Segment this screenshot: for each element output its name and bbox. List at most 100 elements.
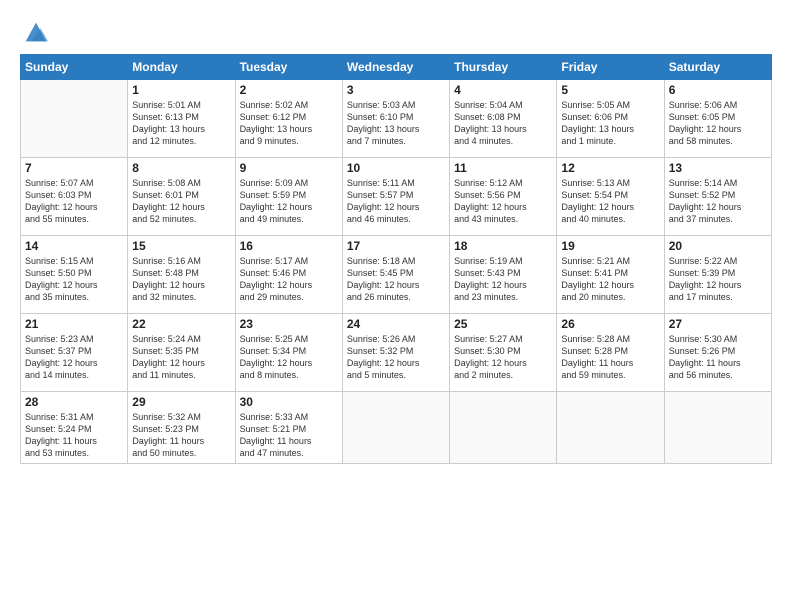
calendar-cell: 7 Sunrise: 5:07 AM Sunset: 6:03 PM Daylig… xyxy=(21,158,128,236)
day-info: Sunrise: 5:01 AM Sunset: 6:13 PM Dayligh… xyxy=(132,99,230,148)
day-info: Sunrise: 5:14 AM Sunset: 5:52 PM Dayligh… xyxy=(669,177,767,226)
header xyxy=(20,18,772,44)
day-info: Sunrise: 5:06 AM Sunset: 6:05 PM Dayligh… xyxy=(669,99,767,148)
day-number: 17 xyxy=(347,239,445,253)
day-info: Sunrise: 5:31 AM Sunset: 5:24 PM Dayligh… xyxy=(25,411,123,460)
calendar-week-row: 1Sunrise: 5:01 AM Sunset: 6:13 PM Daylig… xyxy=(21,80,772,158)
calendar-cell: 9 Sunrise: 5:09 AM Sunset: 5:59 PM Daylig… xyxy=(235,158,342,236)
calendar-cell: 5 Sunrise: 5:05 AM Sunset: 6:06 PM Daylig… xyxy=(557,80,664,158)
col-header-friday: Friday xyxy=(557,55,664,80)
col-header-monday: Monday xyxy=(128,55,235,80)
day-number: 23 xyxy=(240,317,338,331)
day-info: Sunrise: 5:03 AM Sunset: 6:10 PM Dayligh… xyxy=(347,99,445,148)
calendar-cell: 16Sunrise: 5:17 AM Sunset: 5:46 PM Dayli… xyxy=(235,236,342,314)
day-number: 5 xyxy=(561,83,659,97)
calendar-header-row: SundayMondayTuesdayWednesdayThursdayFrid… xyxy=(21,55,772,80)
day-number: 30 xyxy=(240,395,338,409)
calendar-cell: 29 Sunrise: 5:32 AM Sunset: 5:23 PM Dayli… xyxy=(128,392,235,464)
day-number: 10 xyxy=(347,161,445,175)
calendar-cell: 28 Sunrise: 5:31 AM Sunset: 5:24 PM Dayli… xyxy=(21,392,128,464)
col-header-thursday: Thursday xyxy=(450,55,557,80)
col-header-saturday: Saturday xyxy=(664,55,771,80)
day-info: Sunrise: 5:17 AM Sunset: 5:46 PM Dayligh… xyxy=(240,255,338,304)
day-number: 11 xyxy=(454,161,552,175)
day-info: Sunrise: 5:23 AM Sunset: 5:37 PM Dayligh… xyxy=(25,333,123,382)
calendar-cell: 17 Sunrise: 5:18 AM Sunset: 5:45 PM Dayli… xyxy=(342,236,449,314)
col-header-sunday: Sunday xyxy=(21,55,128,80)
calendar-cell: 30 Sunrise: 5:33 AM Sunset: 5:21 PM Dayli… xyxy=(235,392,342,464)
calendar-cell xyxy=(450,392,557,464)
day-number: 22 xyxy=(132,317,230,331)
day-number: 24 xyxy=(347,317,445,331)
calendar-cell: 18 Sunrise: 5:19 AM Sunset: 5:43 PM Dayli… xyxy=(450,236,557,314)
day-info: Sunrise: 5:15 AM Sunset: 5:50 PM Dayligh… xyxy=(25,255,123,304)
day-info: Sunrise: 5:25 AM Sunset: 5:34 PM Dayligh… xyxy=(240,333,338,382)
day-info: Sunrise: 5:07 AM Sunset: 6:03 PM Dayligh… xyxy=(25,177,123,226)
calendar-cell: 26Sunrise: 5:28 AM Sunset: 5:28 PM Dayli… xyxy=(557,314,664,392)
calendar-cell: 8 Sunrise: 5:08 AM Sunset: 6:01 PM Daylig… xyxy=(128,158,235,236)
day-number: 19 xyxy=(561,239,659,253)
day-number: 27 xyxy=(669,317,767,331)
day-info: Sunrise: 5:32 AM Sunset: 5:23 PM Dayligh… xyxy=(132,411,230,460)
calendar-cell xyxy=(557,392,664,464)
day-info: Sunrise: 5:04 AM Sunset: 6:08 PM Dayligh… xyxy=(454,99,552,148)
calendar-cell: 20 Sunrise: 5:22 AM Sunset: 5:39 PM Dayli… xyxy=(664,236,771,314)
calendar-cell: 13 Sunrise: 5:14 AM Sunset: 5:52 PM Dayli… xyxy=(664,158,771,236)
day-info: Sunrise: 5:33 AM Sunset: 5:21 PM Dayligh… xyxy=(240,411,338,460)
day-info: Sunrise: 5:09 AM Sunset: 5:59 PM Dayligh… xyxy=(240,177,338,226)
day-number: 6 xyxy=(669,83,767,97)
logo xyxy=(20,18,50,44)
calendar-cell: 6 Sunrise: 5:06 AM Sunset: 6:05 PM Daylig… xyxy=(664,80,771,158)
day-number: 12 xyxy=(561,161,659,175)
day-info: Sunrise: 5:08 AM Sunset: 6:01 PM Dayligh… xyxy=(132,177,230,226)
day-number: 9 xyxy=(240,161,338,175)
calendar-cell: 14Sunrise: 5:15 AM Sunset: 5:50 PM Dayli… xyxy=(21,236,128,314)
day-info: Sunrise: 5:05 AM Sunset: 6:06 PM Dayligh… xyxy=(561,99,659,148)
day-info: Sunrise: 5:18 AM Sunset: 5:45 PM Dayligh… xyxy=(347,255,445,304)
calendar-cell: 24 Sunrise: 5:26 AM Sunset: 5:32 PM Dayli… xyxy=(342,314,449,392)
calendar-cell: 23 Sunrise: 5:25 AM Sunset: 5:34 PM Dayli… xyxy=(235,314,342,392)
day-number: 3 xyxy=(347,83,445,97)
day-info: Sunrise: 5:11 AM Sunset: 5:57 PM Dayligh… xyxy=(347,177,445,226)
day-info: Sunrise: 5:24 AM Sunset: 5:35 PM Dayligh… xyxy=(132,333,230,382)
day-number: 13 xyxy=(669,161,767,175)
day-number: 8 xyxy=(132,161,230,175)
calendar-table: SundayMondayTuesdayWednesdayThursdayFrid… xyxy=(20,54,772,464)
day-info: Sunrise: 5:21 AM Sunset: 5:41 PM Dayligh… xyxy=(561,255,659,304)
calendar-cell xyxy=(342,392,449,464)
day-number: 29 xyxy=(132,395,230,409)
col-header-tuesday: Tuesday xyxy=(235,55,342,80)
day-info: Sunrise: 5:22 AM Sunset: 5:39 PM Dayligh… xyxy=(669,255,767,304)
day-number: 15 xyxy=(132,239,230,253)
day-info: Sunrise: 5:13 AM Sunset: 5:54 PM Dayligh… xyxy=(561,177,659,226)
day-info: Sunrise: 5:28 AM Sunset: 5:28 PM Dayligh… xyxy=(561,333,659,382)
calendar-cell: 4 Sunrise: 5:04 AM Sunset: 6:08 PM Daylig… xyxy=(450,80,557,158)
calendar-cell: 22 Sunrise: 5:24 AM Sunset: 5:35 PM Dayli… xyxy=(128,314,235,392)
day-info: Sunrise: 5:30 AM Sunset: 5:26 PM Dayligh… xyxy=(669,333,767,382)
calendar-cell: 19 Sunrise: 5:21 AM Sunset: 5:41 PM Dayli… xyxy=(557,236,664,314)
day-number: 20 xyxy=(669,239,767,253)
calendar-cell: 10 Sunrise: 5:11 AM Sunset: 5:57 PM Dayli… xyxy=(342,158,449,236)
col-header-wednesday: Wednesday xyxy=(342,55,449,80)
day-number: 7 xyxy=(25,161,123,175)
calendar-cell: 11Sunrise: 5:12 AM Sunset: 5:56 PM Dayli… xyxy=(450,158,557,236)
day-info: Sunrise: 5:19 AM Sunset: 5:43 PM Dayligh… xyxy=(454,255,552,304)
calendar-cell: 15 Sunrise: 5:16 AM Sunset: 5:48 PM Dayli… xyxy=(128,236,235,314)
day-number: 4 xyxy=(454,83,552,97)
calendar-cell xyxy=(664,392,771,464)
day-number: 25 xyxy=(454,317,552,331)
day-info: Sunrise: 5:16 AM Sunset: 5:48 PM Dayligh… xyxy=(132,255,230,304)
calendar-week-row: 21 Sunrise: 5:23 AM Sunset: 5:37 PM Dayli… xyxy=(21,314,772,392)
calendar-cell: 1Sunrise: 5:01 AM Sunset: 6:13 PM Daylig… xyxy=(128,80,235,158)
day-number: 21 xyxy=(25,317,123,331)
calendar-week-row: 28 Sunrise: 5:31 AM Sunset: 5:24 PM Dayli… xyxy=(21,392,772,464)
calendar-cell: 21 Sunrise: 5:23 AM Sunset: 5:37 PM Dayli… xyxy=(21,314,128,392)
day-info: Sunrise: 5:02 AM Sunset: 6:12 PM Dayligh… xyxy=(240,99,338,148)
logo-icon xyxy=(22,18,50,46)
calendar-cell: 3 Sunrise: 5:03 AM Sunset: 6:10 PM Daylig… xyxy=(342,80,449,158)
day-info: Sunrise: 5:26 AM Sunset: 5:32 PM Dayligh… xyxy=(347,333,445,382)
day-number: 28 xyxy=(25,395,123,409)
day-number: 18 xyxy=(454,239,552,253)
day-info: Sunrise: 5:27 AM Sunset: 5:30 PM Dayligh… xyxy=(454,333,552,382)
page: SundayMondayTuesdayWednesdayThursdayFrid… xyxy=(0,0,792,612)
